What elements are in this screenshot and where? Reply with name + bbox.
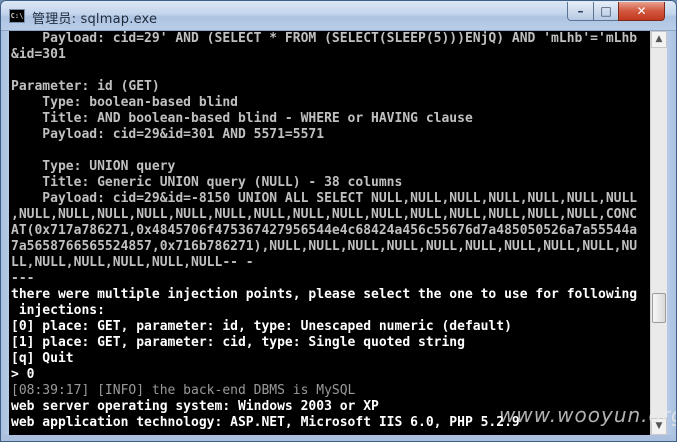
console-line: Type: UNION query bbox=[11, 159, 176, 174]
console-line: Payload: cid=29' AND (SELECT * FROM (SEL… bbox=[11, 31, 638, 46]
console-app-icon[interactable]: C:\ bbox=[9, 9, 25, 23]
console-window: C:\ 管理员: sqlmap.exe – □ ✕ Payload: cid=2… bbox=[0, 0, 677, 442]
window-right-border bbox=[667, 31, 676, 441]
console-line: [q] Quit bbox=[11, 351, 74, 366]
console-line: LL,NULL,NULL,NULL,NULL,NULL-- - bbox=[11, 255, 254, 270]
window-bottom-border bbox=[1, 435, 676, 441]
console-line: Title: Generic UNION query (NULL) - 38 c… bbox=[11, 175, 403, 190]
console-line: Parameter: id (GET) bbox=[11, 79, 160, 94]
console-line: Payload: cid=29&id=-8150 UNION ALL SELEC… bbox=[11, 191, 638, 206]
scrollbar-thumb[interactable] bbox=[652, 293, 666, 323]
watermark-text: www.wooyun.org bbox=[499, 403, 677, 427]
console-line: 7a5658766565524857,0x716b786271),NULL,NU… bbox=[11, 239, 638, 254]
console-line: injections: bbox=[11, 303, 105, 318]
title-bar[interactable]: C:\ 管理员: sqlmap.exe – □ ✕ bbox=[1, 1, 676, 31]
close-icon: ✕ bbox=[636, 4, 647, 18]
minimize-icon: – bbox=[577, 4, 584, 18]
console-line: Type: boolean-based blind bbox=[11, 95, 238, 110]
close-button[interactable]: ✕ bbox=[618, 2, 665, 21]
console-line: &id=301 bbox=[11, 47, 66, 62]
console-output[interactable]: Payload: cid=29' AND (SELECT * FROM (SEL… bbox=[9, 31, 650, 435]
console-line: --- bbox=[11, 271, 35, 286]
window-title: 管理员: sqlmap.exe bbox=[32, 12, 158, 27]
minimize-button[interactable]: – bbox=[567, 2, 594, 21]
console-line: Payload: cid=29&id=301 AND 5571=5571 bbox=[11, 127, 325, 142]
vertical-scrollbar[interactable]: ▲ ▼ bbox=[650, 31, 667, 435]
maximize-button[interactable]: □ bbox=[593, 2, 619, 21]
console-line: [08:39:17] [INFO] the back-end DBMS is M… bbox=[11, 383, 356, 398]
console-line: [1] place: GET, parameter: cid, type: Si… bbox=[11, 335, 465, 350]
console-line: [0] place: GET, parameter: id, type: Une… bbox=[11, 319, 512, 334]
maximize-icon: □ bbox=[600, 4, 612, 18]
scroll-up-icon[interactable]: ▲ bbox=[651, 31, 667, 48]
console-line: Title: AND boolean-based blind - WHERE o… bbox=[11, 111, 473, 126]
window-left-border bbox=[1, 31, 9, 441]
console-line: ,NULL,NULL,NULL,NULL,NULL,NULL,NULL,NULL… bbox=[11, 207, 638, 222]
console-line: > 0 bbox=[11, 367, 35, 382]
console-line: AT(0x717a786271,0x4845706f47536742795654… bbox=[11, 223, 638, 238]
console-line: there were multiple injection points, pl… bbox=[11, 287, 638, 302]
